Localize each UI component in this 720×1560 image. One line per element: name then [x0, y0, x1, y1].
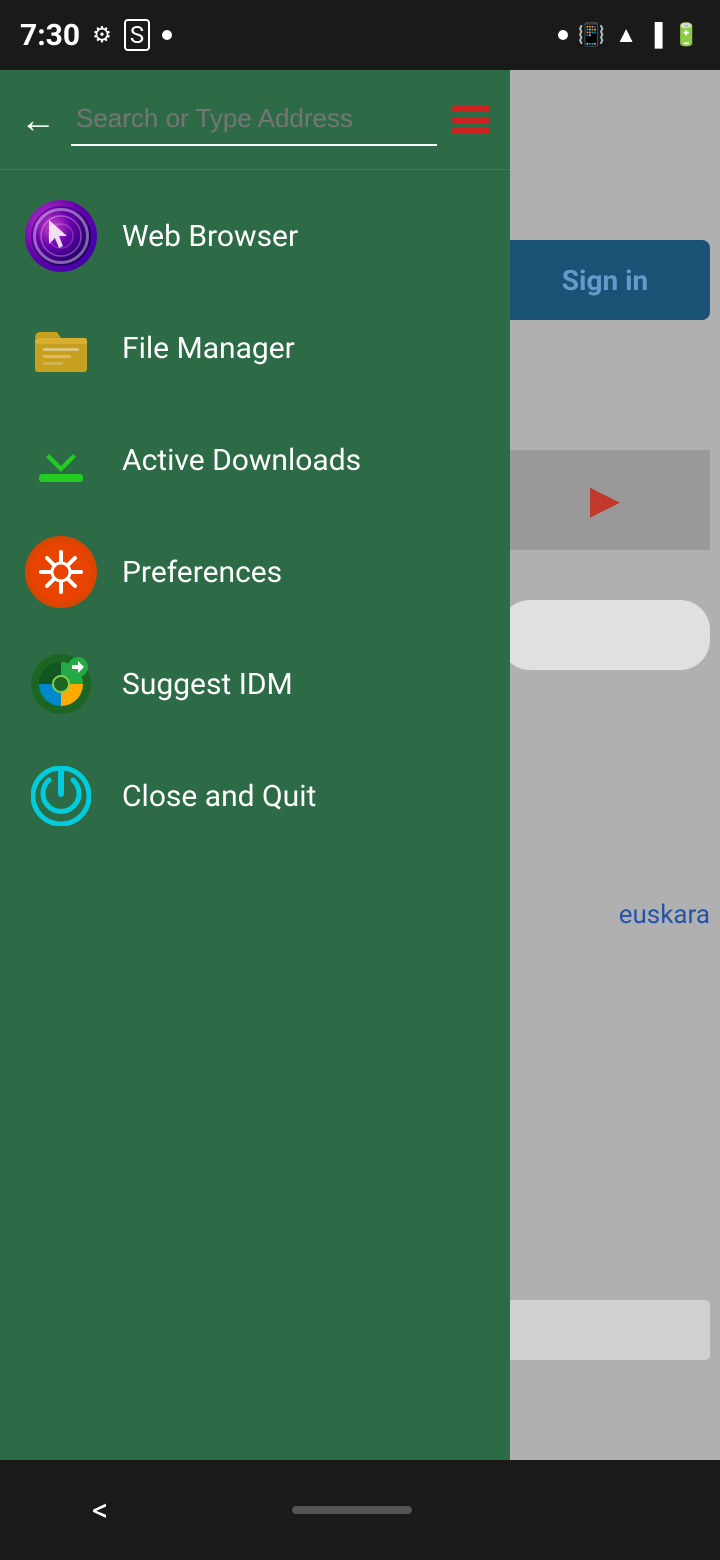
menu-item-suggest-idm[interactable]: Suggest IDM [0, 628, 510, 740]
arrow-icon: ► [580, 471, 630, 530]
active-downloads-label: Active Downloads [122, 443, 361, 478]
close-quit-label: Close and Quit [122, 779, 316, 814]
active-downloads-svg [31, 430, 91, 490]
vibrate-icon: 📳 [578, 23, 605, 48]
file-manager-svg [31, 318, 91, 378]
suggest-idm-label: Suggest IDM [122, 667, 293, 702]
nav-home-indicator[interactable] [292, 1506, 412, 1514]
drawer-back-button[interactable]: ← [20, 99, 56, 141]
battery-icon: 🔋 [673, 23, 700, 48]
sign-in-area: Sign in [500, 240, 710, 320]
bottom-input-area [500, 1300, 710, 1360]
drawer-header: ← [0, 70, 510, 170]
preferences-icon [25, 536, 97, 608]
preferences-label: Preferences [122, 555, 282, 590]
web-browser-icon [25, 200, 97, 272]
status-right: 📳 ▲ ▐ 🔋 [558, 22, 700, 48]
signal-dot [558, 30, 568, 40]
nav-back-button[interactable]: < [92, 1491, 108, 1529]
status-left: 7:30 ⚙ S [20, 18, 172, 53]
menu-item-close-quit[interactable]: Close and Quit [0, 740, 510, 852]
web-browser-label: Web Browser [122, 219, 298, 254]
status-time: 7:30 [20, 18, 80, 53]
menu-list: Web Browser File Manager [0, 170, 510, 862]
status-bar: 7:30 ⚙ S 📳 ▲ ▐ 🔋 [0, 0, 720, 70]
wifi-icon: ▲ [615, 22, 637, 48]
suggest-idm-svg [31, 654, 91, 714]
menu-item-preferences[interactable]: Preferences [0, 516, 510, 628]
web-browser-svg [31, 206, 91, 266]
nav-bar: < [0, 1460, 720, 1560]
close-quit-svg [31, 766, 91, 826]
euskara-link[interactable]: euskara [619, 900, 710, 930]
arrow-area: ► [500, 450, 710, 550]
file-manager-icon [25, 312, 97, 384]
signal-icon: ▐ [647, 22, 663, 48]
preferences-svg [31, 542, 91, 602]
hamburger-line-2 [452, 117, 490, 123]
search-input[interactable] [71, 93, 437, 146]
hamburger-line-3 [452, 128, 490, 134]
dot-icon [162, 30, 172, 40]
suggest-idm-icon [25, 648, 97, 720]
hamburger-button[interactable] [452, 106, 490, 134]
active-downloads-icon [25, 424, 97, 496]
menu-item-web-browser[interactable]: Web Browser [0, 180, 510, 292]
menu-item-file-manager[interactable]: File Manager [0, 292, 510, 404]
input-area[interactable] [500, 600, 710, 670]
file-manager-label: File Manager [122, 331, 295, 366]
hamburger-line-1 [452, 106, 490, 112]
shield-icon: S [124, 19, 150, 51]
drawer-menu: ← [0, 70, 510, 1490]
settings-icon: ⚙ [92, 23, 112, 48]
menu-item-active-downloads[interactable]: Active Downloads [0, 404, 510, 516]
close-quit-icon [25, 760, 97, 832]
sign-in-button[interactable]: Sign in [562, 264, 648, 297]
